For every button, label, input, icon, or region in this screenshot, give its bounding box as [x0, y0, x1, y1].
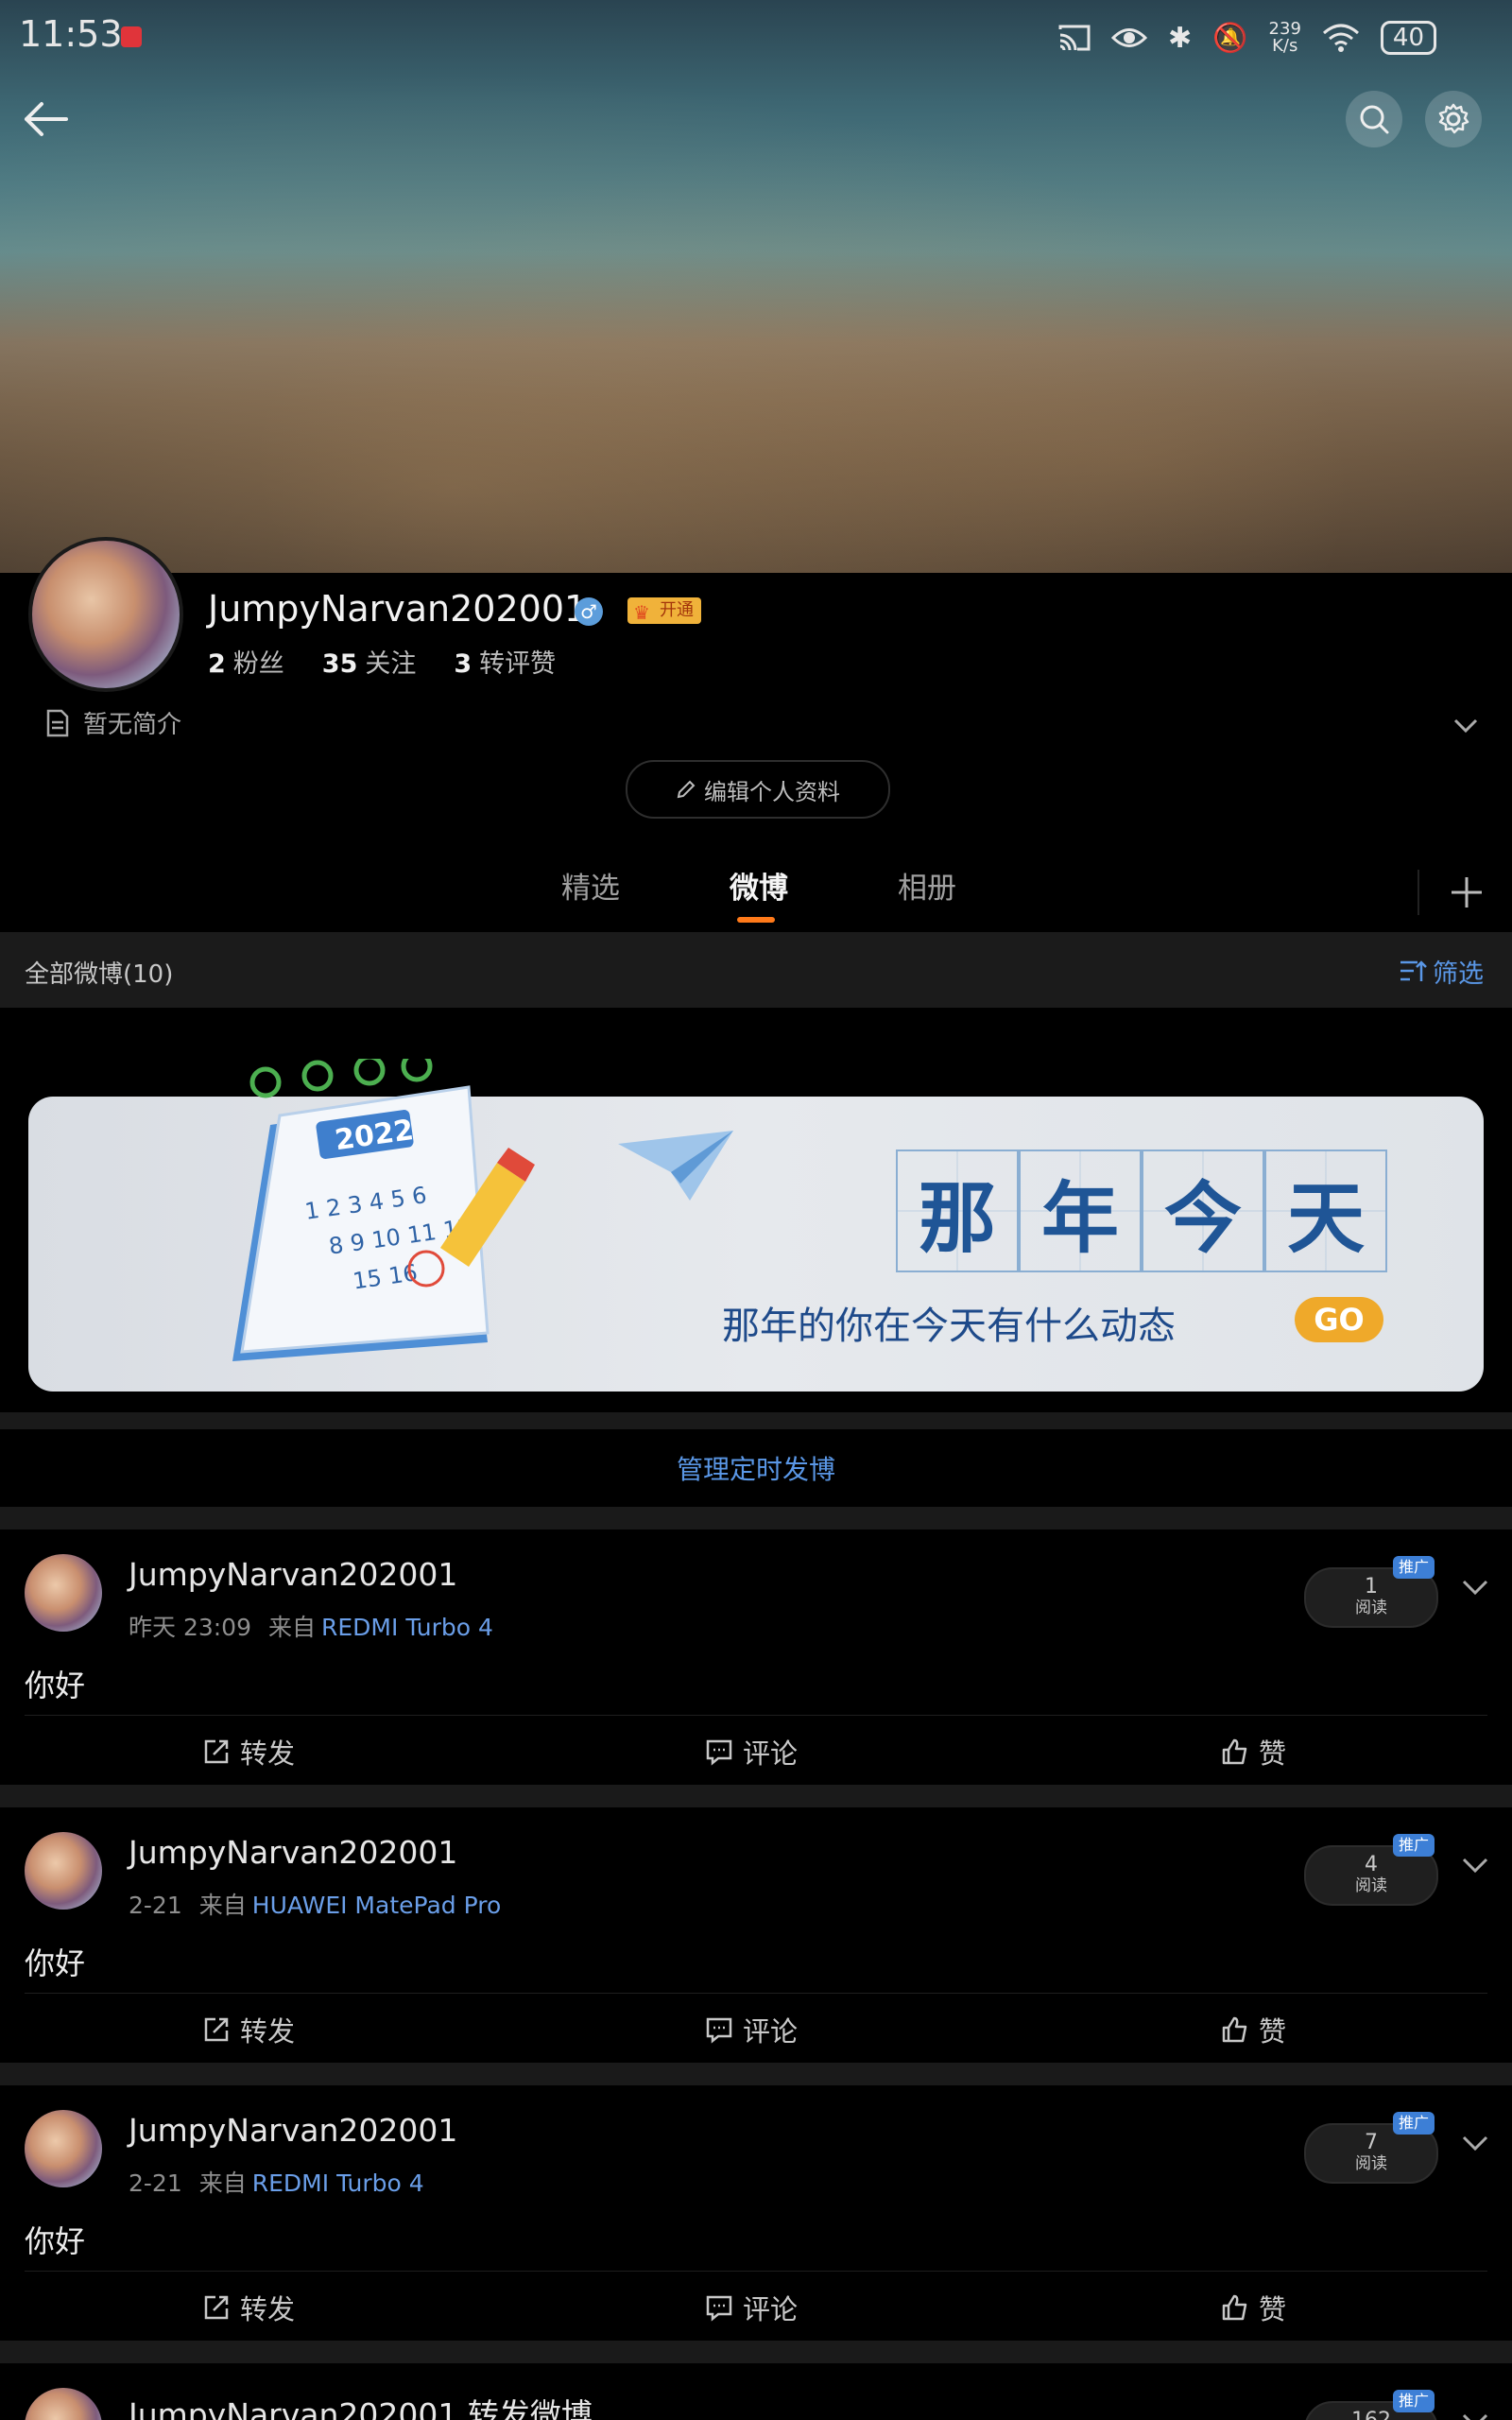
calendar-illustration: 2022 1 2 3 4 5 6 8 9 10 11 12 15 16	[232, 1059, 535, 1361]
tab-featured[interactable]: 精选	[561, 864, 620, 907]
wifi-icon	[1322, 24, 1359, 52]
filter-button[interactable]: 筛选	[1399, 953, 1484, 990]
settings-button[interactable]	[1425, 91, 1482, 147]
promote-badge[interactable]: 推广	[1393, 1556, 1435, 1579]
battery-icon: 40	[1380, 21, 1436, 55]
profile-username: JumpyNarvan202001	[208, 588, 588, 630]
section-divider	[0, 1785, 1512, 1807]
thumbs-up-icon	[1222, 1738, 1247, 1765]
vip-badge[interactable]: ♛ 开通	[627, 597, 701, 624]
post-text: 你好	[25, 2223, 86, 2259]
repost-button[interactable]: 转发	[202, 2288, 295, 2327]
comment-button[interactable]: 评论	[705, 2288, 798, 2327]
gear-icon	[1438, 103, 1469, 134]
post-card[interactable]: JumpyNarvan202001 2-21 来自 HUAWEI MatePad P…	[0, 1807, 1512, 2063]
post-card[interactable]: JumpyNarvan202001 2-21 来自 REDMI Turbo 4 你好…	[0, 2085, 1512, 2341]
thumbs-up-icon	[1222, 2294, 1247, 2321]
post-text: 你好	[25, 1945, 86, 1981]
post-avatar[interactable]	[25, 2110, 102, 2187]
document-icon	[46, 709, 69, 736]
manage-scheduled-posts[interactable]: 管理定时发博	[0, 1429, 1512, 1507]
status-icons: ✱ 🔕 239 K/s 40	[1058, 21, 1436, 55]
section-divider	[0, 1507, 1512, 1530]
chevron-down-icon[interactable]	[1461, 1851, 1489, 1879]
banner-title: 那 年 今 天	[896, 1150, 1387, 1272]
section-divider	[0, 2063, 1512, 2085]
screen-record-icon	[121, 26, 142, 47]
filter-icon	[1400, 959, 1427, 981]
plus-icon[interactable]	[1444, 870, 1489, 915]
post-meta: 昨天 23:09 来自 REDMI Turbo 4	[129, 1614, 493, 1641]
avatar[interactable]	[28, 537, 183, 692]
comment-icon	[706, 1739, 732, 1766]
banner-subtitle: 那年的你在今天有什么动态	[722, 1305, 1176, 1348]
cast-icon	[1058, 25, 1091, 51]
crown-icon: ♛	[633, 601, 650, 624]
section-divider	[0, 1412, 1512, 1429]
repost-icon	[204, 2295, 229, 2320]
comment-button[interactable]: 评论	[705, 1732, 798, 1772]
section-divider	[0, 2341, 1512, 2363]
search-icon	[1360, 105, 1389, 134]
stat-interactions[interactable]: 3 转评赞	[454, 643, 556, 680]
post-author[interactable]: JumpyNarvan202001 转发微博	[129, 2390, 593, 2420]
post-meta: 2-21 来自 HUAWEI MatePad Pro	[129, 1892, 502, 1919]
tab-weibo[interactable]: 微博	[730, 864, 788, 907]
divider	[25, 1993, 1487, 1994]
eye-icon	[1111, 28, 1148, 47]
comment-icon	[706, 2017, 732, 2044]
thumbs-up-icon	[1222, 2016, 1247, 2043]
stat-fans[interactable]: 2 粉丝	[208, 643, 284, 680]
repost-button[interactable]: 转发	[202, 2010, 295, 2049]
chevron-down-icon[interactable]	[1461, 2407, 1489, 2420]
promote-badge[interactable]: 推广	[1393, 1834, 1435, 1857]
like-button[interactable]: 赞	[1221, 2010, 1286, 2049]
promote-badge[interactable]: 推广	[1393, 2112, 1435, 2135]
mute-icon: 🔕	[1212, 21, 1248, 55]
filter-bar	[0, 932, 1512, 1008]
gender-icon: ♂	[575, 597, 603, 626]
repost-icon	[204, 2017, 229, 2042]
all-posts-count: 全部微博(10)	[25, 960, 174, 989]
comment-button[interactable]: 评论	[705, 2010, 798, 2049]
net-speed: 239 K/s	[1268, 19, 1301, 56]
cover-image[interactable]	[0, 0, 1512, 573]
post-meta: 2-21 来自 REDMI Turbo 4	[129, 2169, 424, 2197]
tab-divider	[1418, 870, 1419, 915]
post-avatar[interactable]	[25, 2388, 102, 2420]
post-card[interactable]: JumpyNarvan202001 转发微博 162 推广	[0, 2363, 1512, 2420]
post-avatar[interactable]	[25, 1554, 102, 1632]
like-button[interactable]: 赞	[1221, 1732, 1286, 1772]
status-time: 11:53	[19, 13, 123, 55]
edit-profile-button[interactable]: 编辑个人资料	[626, 760, 890, 819]
post-author[interactable]: JumpyNarvan202001	[129, 1556, 457, 1593]
divider	[25, 1715, 1487, 1716]
divider	[25, 2271, 1487, 2272]
comment-icon	[706, 2295, 732, 2322]
post-author[interactable]: JumpyNarvan202001	[129, 2112, 457, 2149]
bio[interactable]: 暂无简介	[45, 705, 181, 740]
profile-stats: 2 粉丝 35 关注 3 转评赞	[208, 643, 556, 680]
go-button[interactable]: GO	[1295, 1297, 1383, 1342]
like-button[interactable]: 赞	[1221, 2288, 1286, 2327]
chevron-down-icon[interactable]	[1461, 2129, 1489, 2157]
search-button[interactable]	[1346, 91, 1402, 147]
promote-badge[interactable]: 推广	[1393, 2390, 1435, 2412]
post-avatar[interactable]	[25, 1832, 102, 1910]
stat-following[interactable]: 35 关注	[322, 643, 417, 680]
bluetooth-icon: ✱	[1168, 21, 1193, 55]
post-card[interactable]: JumpyNarvan202001 昨天 23:09 来自 REDMI Turbo …	[0, 1530, 1512, 1785]
pencil-icon	[677, 780, 696, 799]
active-tab-indicator	[737, 917, 775, 923]
post-author[interactable]: JumpyNarvan202001	[129, 1834, 457, 1871]
repost-icon	[204, 1739, 229, 1764]
paper-plane-icon	[618, 1131, 733, 1201]
repost-button[interactable]: 转发	[202, 1732, 295, 1772]
chevron-down-icon[interactable]	[1452, 711, 1480, 739]
back-arrow-icon[interactable]	[21, 95, 70, 144]
chevron-down-icon[interactable]	[1461, 1573, 1489, 1601]
tab-album[interactable]: 相册	[898, 864, 956, 907]
post-text: 你好	[25, 1668, 86, 1703]
